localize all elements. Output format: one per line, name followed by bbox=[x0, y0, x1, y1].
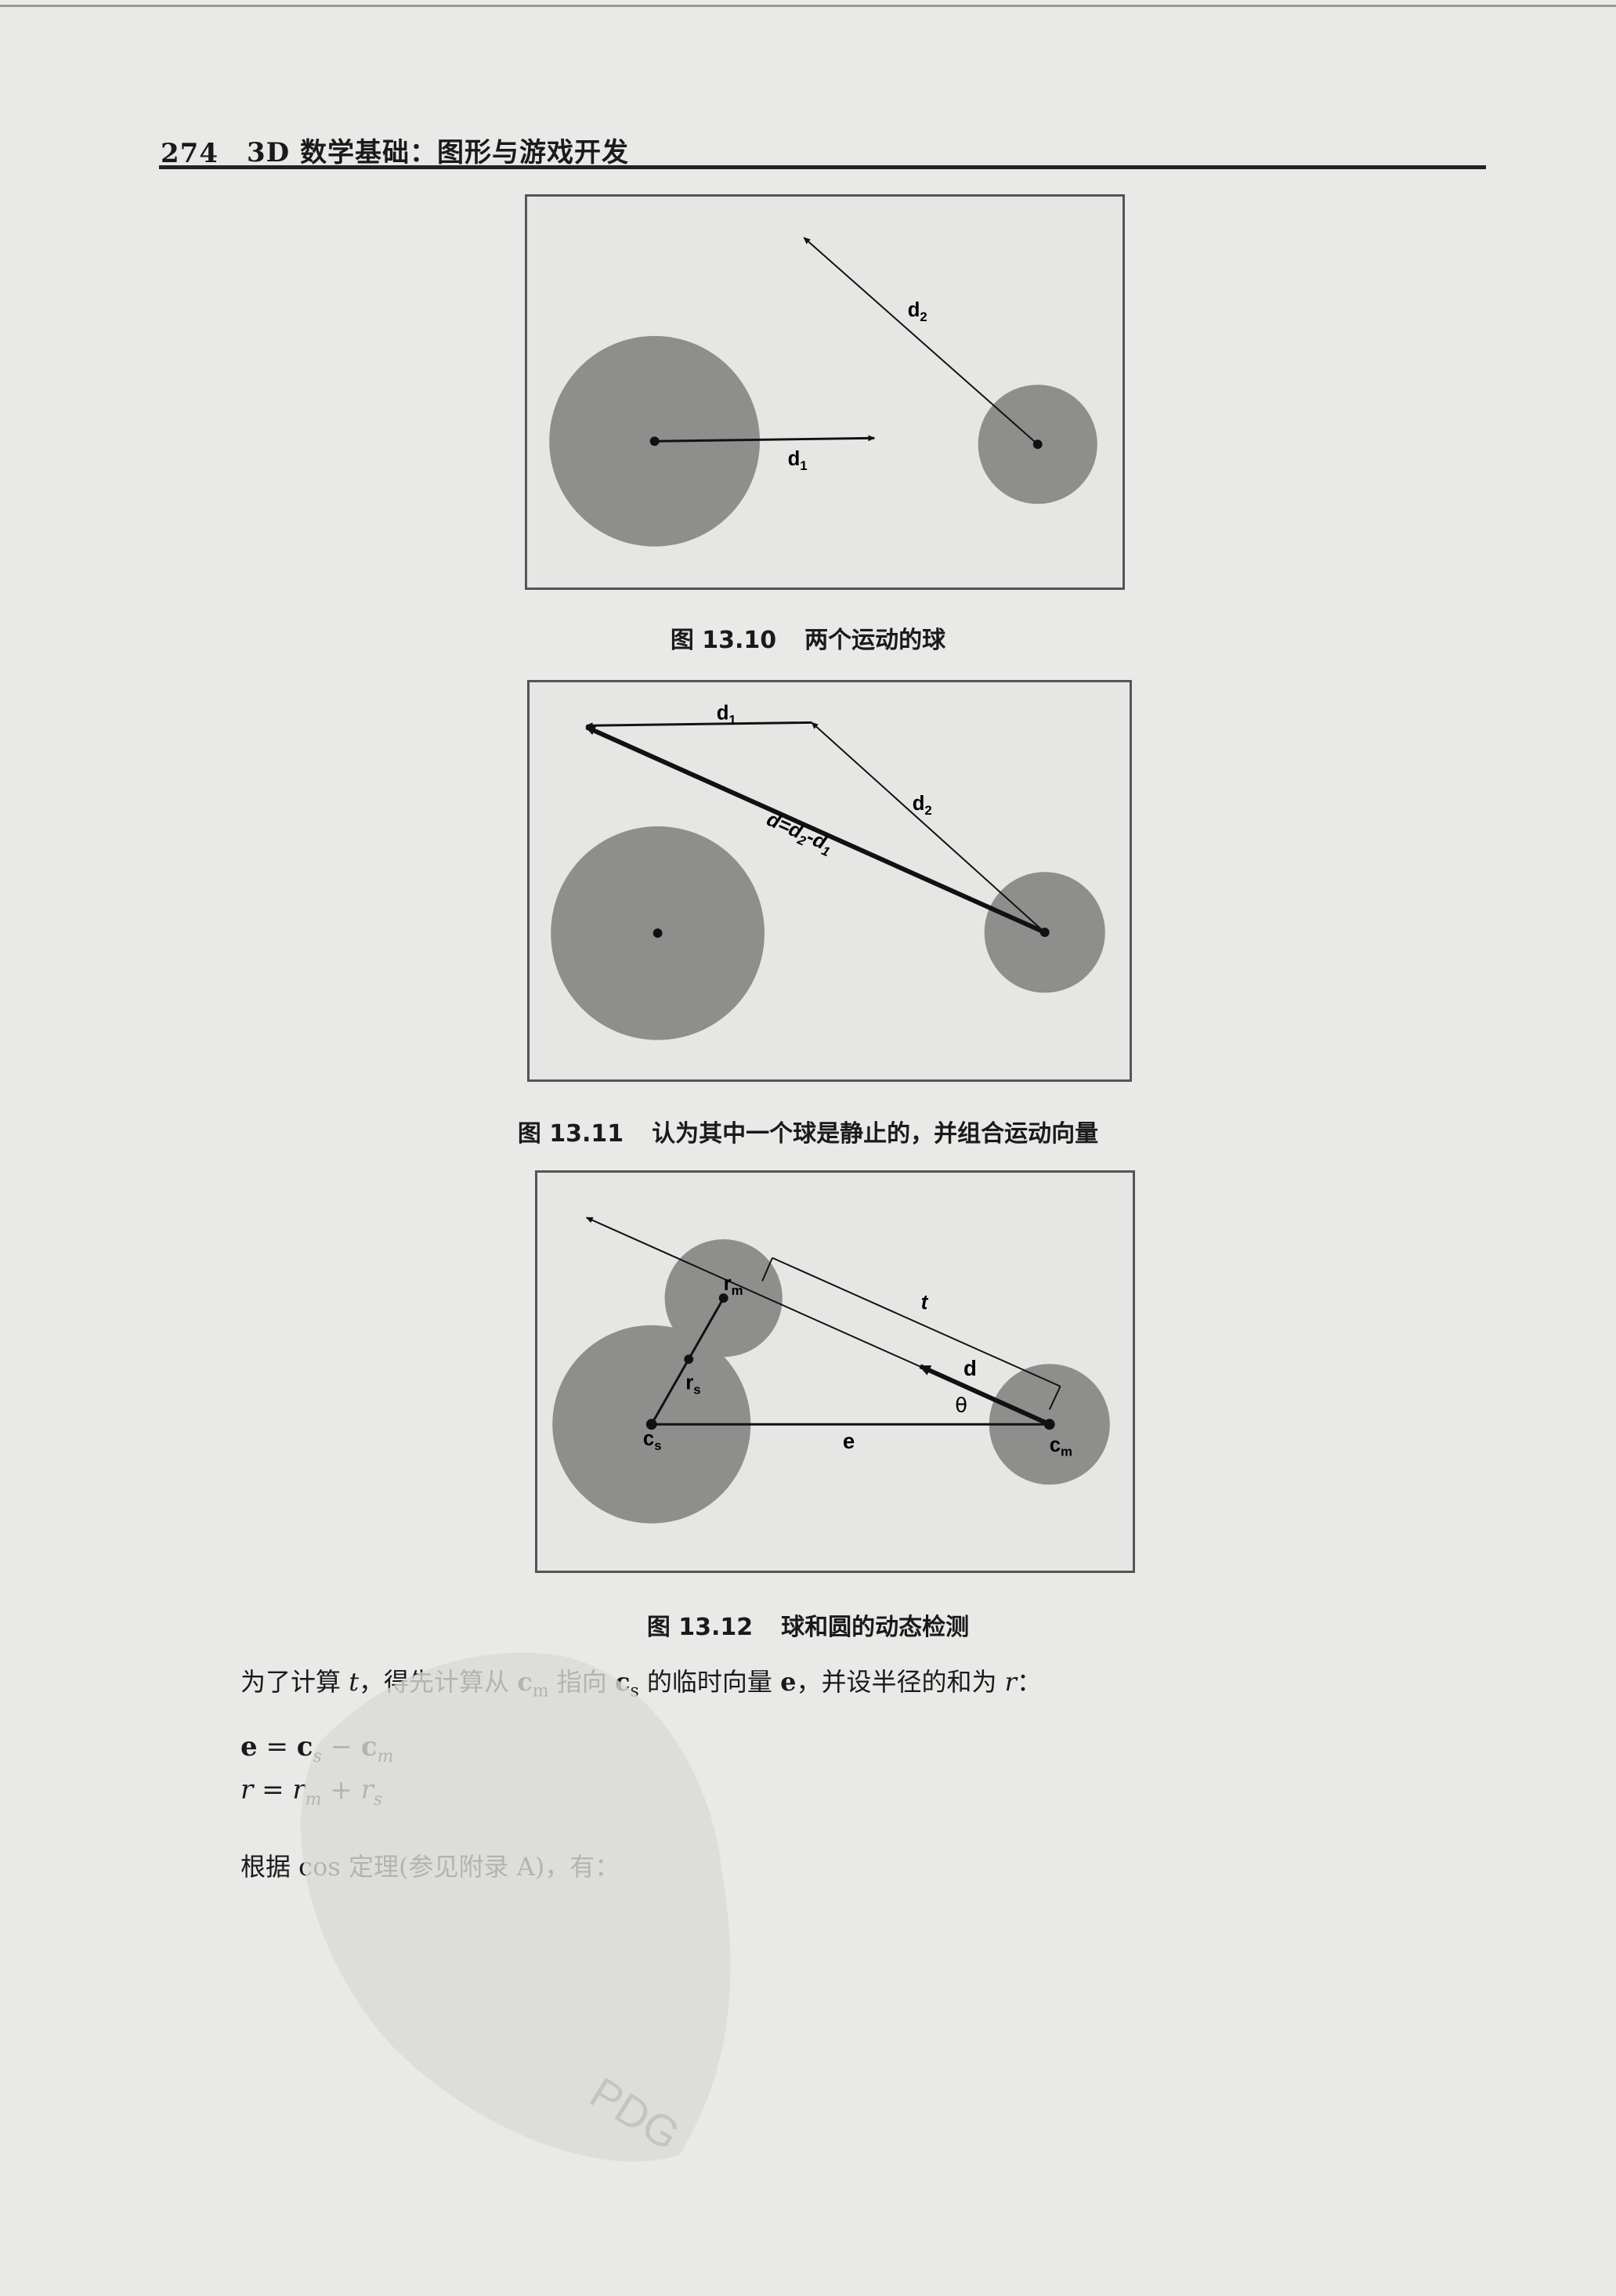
d1-vector bbox=[585, 721, 812, 729]
figure-13-11: d1 d2 d=d2-d1 bbox=[527, 680, 1132, 1082]
book-title: 3D 数学基础：图形与游戏开发 bbox=[246, 137, 629, 168]
caption-13-12: 图 13.12 球和圆的动态检测 bbox=[646, 1614, 970, 1641]
d-label: d bbox=[963, 1356, 977, 1380]
d2-vector bbox=[811, 721, 1046, 933]
d1-label: d1 bbox=[717, 702, 736, 727]
top-border-line bbox=[0, 5, 1616, 7]
d2-label: d2 bbox=[913, 793, 932, 818]
e-label: e bbox=[843, 1429, 855, 1453]
figure-13-12: rm rs t d θ cs e cm bbox=[535, 1170, 1135, 1573]
d1-label: d1 bbox=[788, 448, 808, 473]
page-header: 274 3D 数学基础：图形与游戏开发 bbox=[161, 125, 1484, 169]
t-dimension-line bbox=[772, 1256, 1061, 1387]
header-rule bbox=[159, 165, 1486, 169]
small-ball-center bbox=[1039, 927, 1050, 938]
theta-label: θ bbox=[955, 1394, 967, 1417]
large-ball-center bbox=[653, 928, 663, 938]
caption-13-11: 图 13.11 认为其中一个球是静止的，并组合运动向量 bbox=[517, 1120, 1099, 1148]
cm-point bbox=[1043, 1419, 1055, 1430]
figure-13-10: d1 d2 bbox=[525, 194, 1125, 590]
caption-13-10: 图 13.10 两个运动的球 bbox=[670, 627, 946, 654]
figure-13-11-drawing: d1 d2 d=d2-d1 bbox=[551, 702, 1105, 1040]
figure-13-12-drawing: rm rs t d θ cs e cm bbox=[552, 1217, 1110, 1524]
d-equation-label: d=d2-d1 bbox=[762, 808, 837, 860]
t-label: t bbox=[921, 1292, 929, 1314]
d2-vector bbox=[803, 237, 1039, 445]
d2-label: d2 bbox=[908, 299, 927, 324]
page-number: 274 bbox=[161, 138, 219, 169]
large-ball-center bbox=[649, 436, 660, 447]
figure-13-10-drawing: d1 d2 bbox=[549, 237, 1097, 547]
small-ball-center bbox=[1032, 439, 1043, 450]
contact-point bbox=[684, 1354, 694, 1365]
